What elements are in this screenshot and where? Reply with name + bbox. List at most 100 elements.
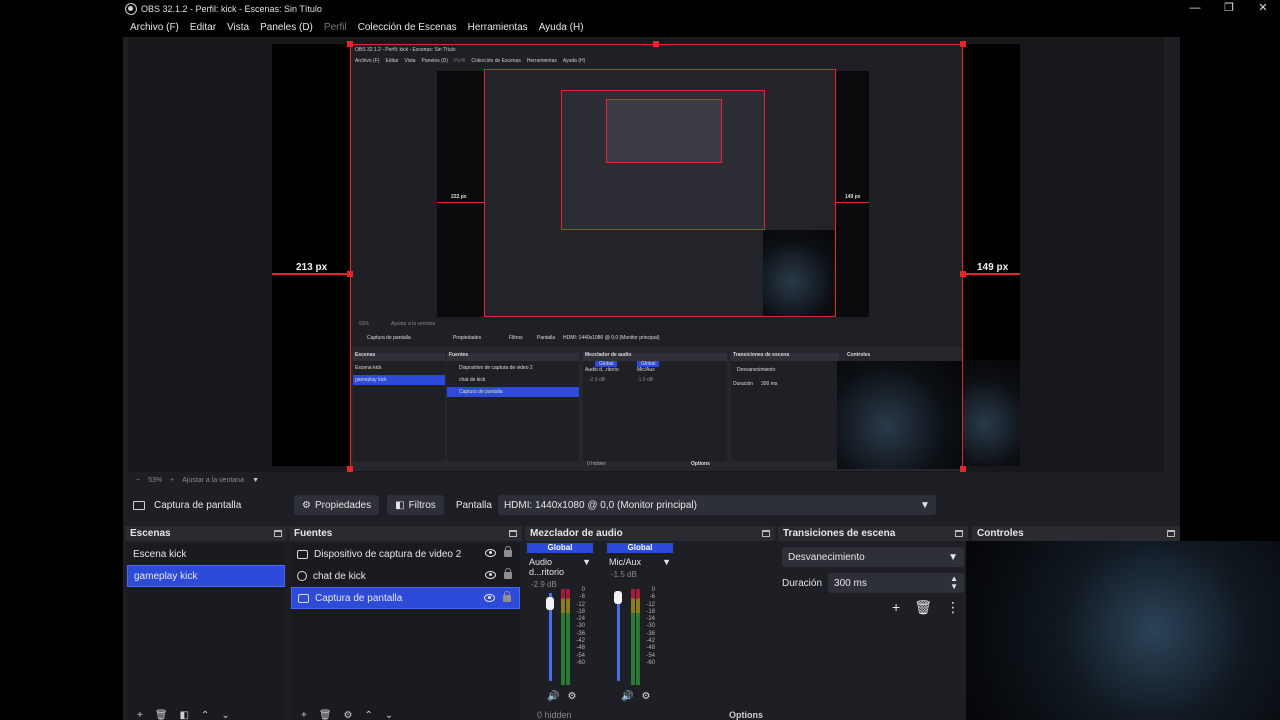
transition-select[interactable]: Desvanecimiento ▼ bbox=[782, 547, 964, 567]
lock-icon[interactable] bbox=[504, 568, 512, 579]
nested-source-item: chat de kick bbox=[459, 377, 486, 383]
nested-scene-item: gameplay kick bbox=[355, 377, 387, 383]
nested-menu-item: Vista bbox=[404, 58, 416, 64]
menu-editar[interactable]: Editar bbox=[190, 22, 216, 33]
menu-coleccion-escenas[interactable]: Colección de Escenas bbox=[358, 22, 457, 33]
lock-icon[interactable] bbox=[504, 546, 512, 557]
zoom-out-button[interactable]: − bbox=[136, 477, 140, 484]
chevron-up-icon[interactable]: ⌃ bbox=[201, 710, 209, 720]
lock-icon[interactable] bbox=[503, 591, 511, 602]
dock-float-icon[interactable] bbox=[274, 530, 282, 537]
transform-handle[interactable] bbox=[347, 466, 353, 472]
nested-transition-value: Desvanecimiento bbox=[737, 367, 776, 373]
recursive-preview-capture[interactable]: OBS 32.1.2 - Perfil: kick - Escenas: Sin… bbox=[350, 44, 963, 471]
menu-paneles[interactable]: Paneles (D) bbox=[260, 22, 313, 33]
transition-value: Desvanecimiento bbox=[788, 551, 865, 563]
source-item-selected[interactable]: Captura de pantalla bbox=[291, 587, 520, 609]
nested-menu-item: Editar bbox=[385, 58, 399, 64]
gear-icon[interactable]: ⚙ bbox=[344, 710, 353, 720]
dock-float-icon[interactable] bbox=[762, 530, 770, 537]
mixer-options[interactable]: Options bbox=[729, 710, 763, 720]
trash-icon[interactable]: 🗑 bbox=[319, 710, 332, 720]
zoom-in-button[interactable]: + bbox=[170, 477, 174, 484]
filters-button[interactable]: ◧ Filtros bbox=[387, 495, 444, 515]
eye-icon[interactable] bbox=[485, 549, 496, 557]
hidden-count[interactable]: 0 hidden bbox=[537, 710, 572, 720]
eye-icon[interactable] bbox=[485, 571, 496, 579]
nested-transitions-title: Transiciones de escena bbox=[733, 352, 790, 358]
nested-source-item: Captura de pantalla bbox=[459, 389, 503, 395]
dock-float-icon[interactable] bbox=[509, 530, 517, 537]
scale-tick: -24 bbox=[646, 616, 655, 623]
properties-button[interactable]: ⚙ Propiedades bbox=[294, 495, 380, 515]
db-scale: 0 -6 -12 -18 -24 -30 -36 -42 -48 -54 -60 bbox=[641, 587, 655, 667]
source-item[interactable]: Dispositivo de captura de video 2 bbox=[291, 543, 520, 565]
more-options-icon[interactable]: ⋮ bbox=[946, 599, 960, 616]
volume-fader-track[interactable] bbox=[617, 593, 620, 681]
close-button[interactable]: ✕ bbox=[1246, 0, 1280, 17]
zoom-fit-select[interactable]: Ajustar a la ventana bbox=[182, 477, 244, 484]
volume-fader-knob[interactable] bbox=[546, 597, 554, 610]
duration-spinbox[interactable]: 300 ms ▲ ▼ bbox=[828, 573, 964, 593]
scenes-toolbar: + 🗑 ◧ ⌃ ⌄ bbox=[127, 710, 285, 720]
channel-name-select[interactable]: Audio d...ritorio ▼ bbox=[527, 557, 593, 577]
nested-menu-item: Perfil bbox=[453, 58, 466, 64]
maximize-button[interactable]: ❐ bbox=[1212, 0, 1246, 17]
menu-ayuda[interactable]: Ayuda (H) bbox=[539, 22, 584, 33]
add-icon[interactable]: + bbox=[137, 710, 143, 720]
right-distance-guide bbox=[963, 273, 1020, 275]
filter-icon[interactable]: ◧ bbox=[180, 710, 189, 720]
trash-icon[interactable]: 🗑 bbox=[914, 599, 932, 616]
eye-icon[interactable] bbox=[484, 594, 495, 602]
nested-ch2-db: -1.5 dB bbox=[637, 377, 654, 383]
scene-item[interactable]: Escena kick bbox=[127, 543, 285, 565]
menu-herramientas[interactable]: Herramientas bbox=[468, 22, 528, 33]
dock-float-icon[interactable] bbox=[1167, 530, 1175, 537]
duration-label: Duración bbox=[782, 577, 823, 589]
left-distance-label: 213 px bbox=[296, 262, 328, 273]
trash-icon[interactable]: 🗑 bbox=[155, 710, 168, 720]
volume-fader-knob[interactable] bbox=[614, 591, 622, 604]
dock-float-icon[interactable] bbox=[955, 530, 963, 537]
scene-item-selected[interactable]: gameplay kick bbox=[127, 565, 285, 587]
transform-handle[interactable] bbox=[653, 41, 659, 47]
scale-tick: -48 bbox=[576, 645, 585, 652]
scale-tick: -18 bbox=[576, 608, 585, 615]
menu-perfil[interactable]: Perfil bbox=[324, 22, 347, 33]
transform-handle[interactable] bbox=[347, 271, 353, 277]
nested-capture-level-4 bbox=[606, 99, 722, 163]
nested-right-guide bbox=[836, 202, 869, 203]
add-icon[interactable]: + bbox=[301, 710, 307, 720]
source-item[interactable]: chat de kick bbox=[291, 565, 520, 587]
gear-icon[interactable]: ⚙ bbox=[567, 691, 576, 702]
chevron-down-icon[interactable]: ▼ bbox=[252, 477, 259, 484]
channel-global-label: Global bbox=[607, 543, 673, 553]
nested-mixer-title: Mezclador de audio bbox=[585, 352, 632, 358]
filter-icon: ◧ bbox=[395, 499, 405, 511]
transform-handle[interactable] bbox=[960, 466, 966, 472]
nested-zoom: 53% bbox=[359, 321, 370, 327]
chevron-down-icon[interactable]: ⌄ bbox=[221, 710, 229, 720]
scale-tick: -18 bbox=[646, 608, 655, 615]
minimize-button[interactable]: — bbox=[1178, 0, 1212, 17]
speaker-icon[interactable]: 🔊 bbox=[621, 691, 633, 702]
menu-archivo[interactable]: Archivo (F) bbox=[130, 22, 179, 33]
gear-icon[interactable]: ⚙ bbox=[641, 691, 650, 702]
add-icon[interactable]: + bbox=[892, 599, 900, 616]
scale-tick: 0 bbox=[651, 587, 655, 593]
stepper-icon[interactable]: ▲ ▼ bbox=[950, 575, 958, 591]
display-value: HDMI: 1440x1080 @ 0,0 (Monitor principal… bbox=[503, 499, 697, 511]
transform-handle[interactable] bbox=[960, 41, 966, 47]
transform-handle[interactable] bbox=[347, 41, 353, 47]
gear-icon: ⚙ bbox=[302, 499, 311, 511]
speaker-icon[interactable]: 🔊 bbox=[547, 691, 559, 702]
globe-icon bbox=[297, 571, 307, 581]
mixer-body: Global Audio d...ritorio ▼ -2.9 dB 0 -6 … bbox=[527, 543, 773, 720]
channel-name-select[interactable]: Mic/Aux ▼ bbox=[607, 557, 673, 567]
nested-window-title: OBS 32.1.2 - Perfil: kick - Escenas: Sin… bbox=[355, 47, 456, 53]
menu-vista[interactable]: Vista bbox=[227, 22, 249, 33]
chevron-down-icon[interactable]: ⌄ bbox=[385, 710, 393, 720]
transform-handle[interactable] bbox=[960, 271, 966, 277]
chevron-up-icon[interactable]: ⌃ bbox=[365, 710, 373, 720]
display-select[interactable]: HDMI: 1440x1080 @ 0,0 (Monitor principal… bbox=[497, 495, 936, 515]
